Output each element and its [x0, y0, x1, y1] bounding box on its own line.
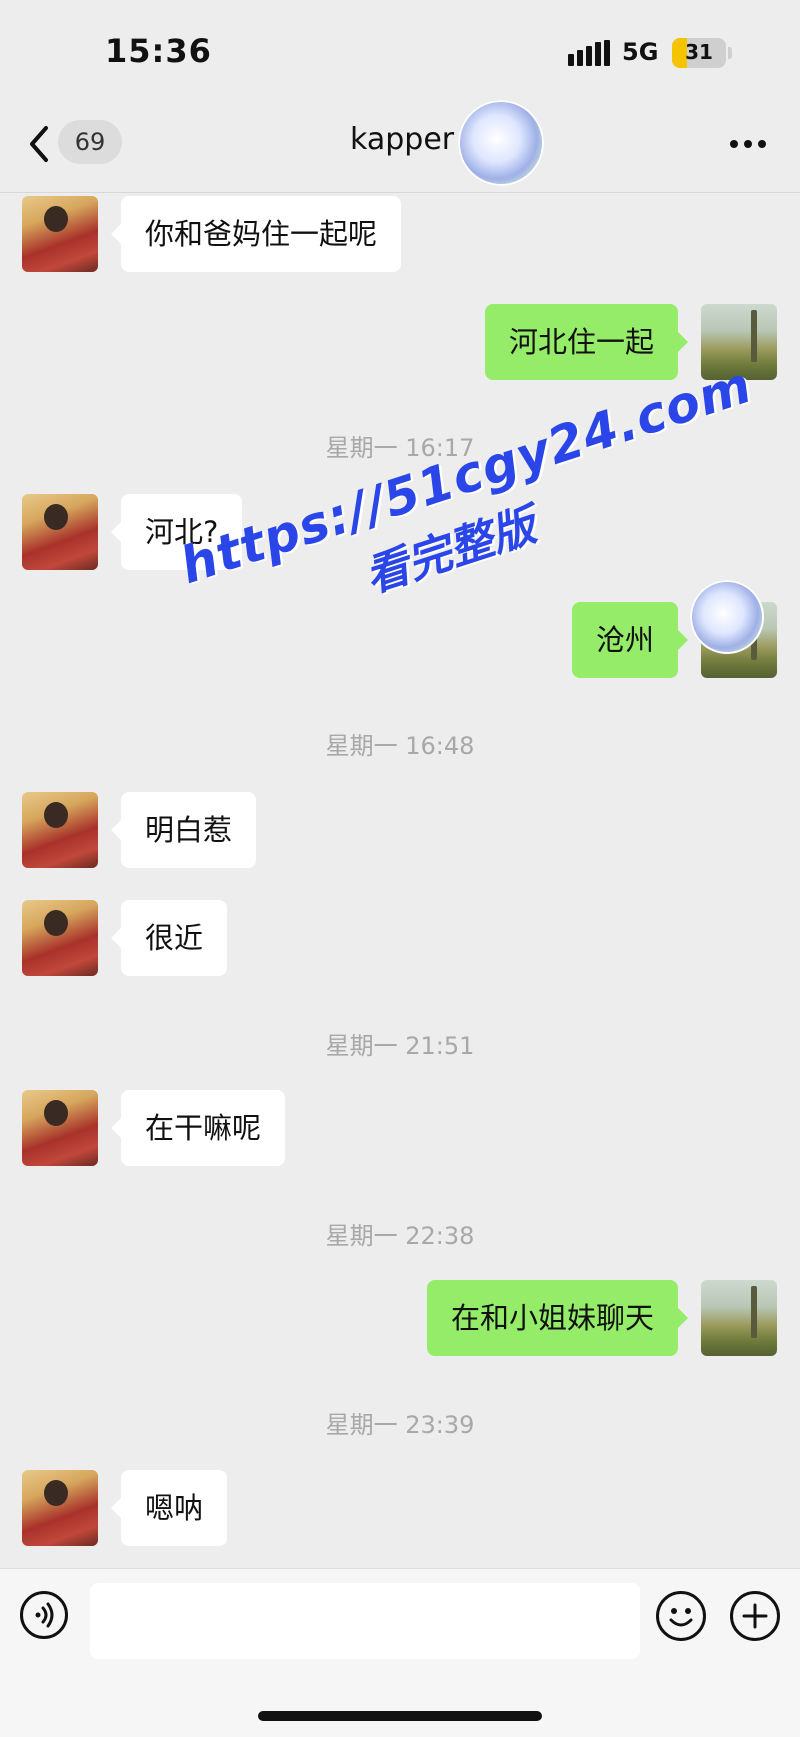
contact-avatar[interactable] — [22, 900, 98, 976]
battery-percent: 31 — [685, 40, 713, 64]
home-indicator[interactable] — [258, 1711, 542, 1721]
contact-avatar[interactable] — [22, 1470, 98, 1546]
unread-count-badge[interactable]: 69 — [58, 120, 122, 164]
message-input[interactable] — [90, 1583, 640, 1659]
message-timestamp: 星期一 21:51 — [325, 1032, 475, 1060]
voice-icon[interactable] — [20, 1591, 68, 1639]
chat-header: 69 kapper — [0, 100, 800, 193]
message-timestamp: 星期一 23:39 — [325, 1411, 475, 1439]
outgoing-message[interactable]: 在和小姐妹聊天 — [426, 1280, 689, 1356]
sticker-orb — [690, 580, 764, 654]
message-timestamp: 星期一 22:38 — [325, 1222, 475, 1250]
contact-avatar[interactable] — [22, 196, 98, 272]
contact-avatar[interactable] — [22, 494, 98, 570]
battery-tip — [728, 47, 732, 59]
contact-avatar[interactable] — [22, 792, 98, 868]
status-time: 15:36 — [105, 32, 212, 70]
status-bar: 15:36 5G 31 — [0, 0, 800, 100]
outgoing-message[interactable]: 沧州 — [571, 602, 689, 678]
my-avatar[interactable] — [701, 1280, 777, 1356]
outgoing-message[interactable]: 河北住一起 — [484, 304, 689, 380]
signal-icon — [568, 40, 610, 66]
incoming-message[interactable]: 嗯呐 — [110, 1470, 228, 1546]
incoming-message[interactable]: 在干嘛呢 — [110, 1090, 286, 1166]
contact-name[interactable]: kapper — [350, 122, 454, 157]
emoji-icon[interactable] — [656, 1591, 706, 1641]
contact-title-avatar — [458, 100, 544, 186]
incoming-message[interactable]: 很近 — [110, 900, 228, 976]
message-timestamp: 星期一 16:48 — [325, 732, 475, 760]
contact-avatar[interactable] — [22, 1090, 98, 1166]
input-bar — [0, 1568, 800, 1737]
more-icon[interactable] — [728, 138, 768, 150]
incoming-message[interactable]: 明白惹 — [110, 792, 257, 868]
network-type: 5G — [622, 38, 659, 66]
battery-icon: 31 — [672, 38, 726, 68]
plus-icon[interactable] — [730, 1591, 780, 1641]
back-chevron-icon[interactable] — [24, 122, 54, 166]
incoming-message[interactable]: 你和爸妈住一起呢 — [110, 196, 402, 272]
